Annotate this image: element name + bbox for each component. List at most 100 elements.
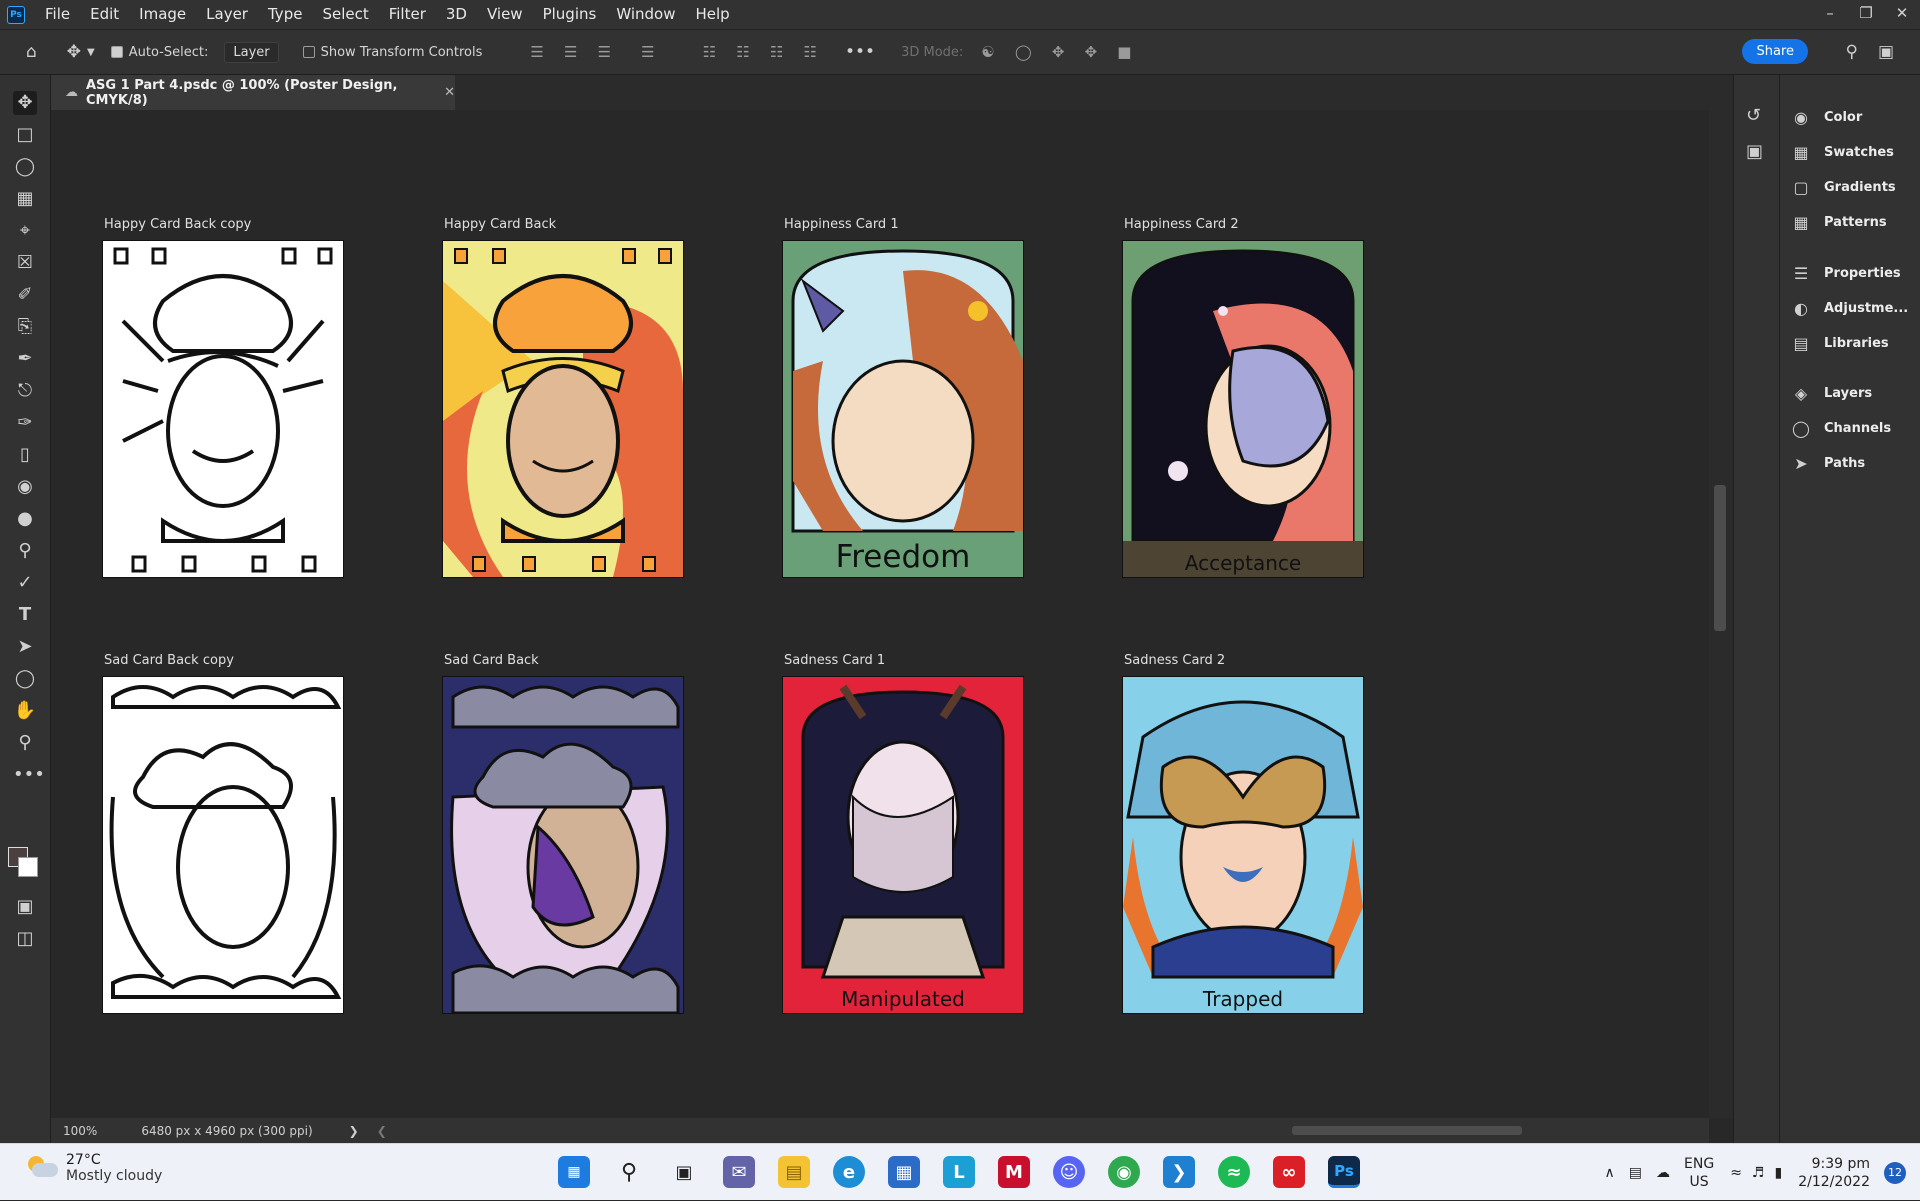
pen-tool-icon[interactable]: ✓ <box>13 571 37 595</box>
chevron-down-icon[interactable]: ▼ <box>87 47 95 58</box>
ellipse-tool-icon[interactable]: ◯ <box>13 667 37 691</box>
artboard-sad-card-back[interactable] <box>442 676 684 1014</box>
panel-paths[interactable]: ➤ Paths <box>1790 449 1918 477</box>
photoshop-taskbar-icon[interactable]: Ps <box>1328 1156 1360 1188</box>
clock[interactable]: 9:39 pm 2/12/2022 <box>1798 1155 1870 1191</box>
blur-tool-icon[interactable]: ● <box>13 507 37 531</box>
artboard-label[interactable]: Happy Card Back <box>444 217 556 232</box>
more-options-icon[interactable]: ••• <box>845 42 875 62</box>
volume-icon[interactable]: ♬ <box>1752 1165 1765 1181</box>
align-bottom-icon[interactable]: ☷ <box>770 43 783 61</box>
align-left-icon[interactable]: ☰ <box>530 43 543 61</box>
align-middle-icon[interactable]: ☷ <box>736 43 749 61</box>
creative-cloud-icon[interactable]: ∞ <box>1273 1156 1305 1188</box>
artboard-happiness-card-2[interactable]: Acceptance <box>1122 240 1364 578</box>
artboard-label[interactable]: Happiness Card 1 <box>784 217 899 232</box>
align-right-icon[interactable]: ☰ <box>598 43 611 61</box>
auto-select-dropdown[interactable]: Layer <box>224 41 279 63</box>
zoom-tool-icon[interactable]: ⚲ <box>13 731 37 755</box>
artboard-happy-card-back[interactable] <box>442 240 684 578</box>
restore-icon[interactable]: ❐ <box>1848 0 1884 29</box>
align-center-icon[interactable]: ☰ <box>564 43 577 61</box>
panel-layers[interactable]: ◈ Layers <box>1790 379 1918 407</box>
home-icon[interactable]: ⌂ <box>26 42 37 62</box>
history-icon[interactable]: ↺ <box>1746 105 1761 126</box>
battery-icon[interactable]: ▮ <box>1774 1165 1782 1181</box>
task-view-icon[interactable]: ▣ <box>668 1156 700 1188</box>
quick-mask-icon[interactable]: ▣ <box>13 895 37 919</box>
frame-tool-icon[interactable]: ☒ <box>13 251 37 275</box>
minimize-icon[interactable]: – <box>1812 0 1848 29</box>
eraser-tool-icon[interactable]: ▯ <box>13 443 37 467</box>
panel-properties[interactable]: ☰ Properties <box>1790 259 1918 287</box>
weather-widget[interactable]: 27°C Mostly cloudy <box>24 1152 162 1184</box>
canvas-area[interactable]: Happy Card Back copy Happy Card Back Hap… <box>51 110 1709 1118</box>
brush-tool-icon[interactable]: ✒ <box>13 347 37 371</box>
status-arrow-icon[interactable]: ❯ <box>349 1124 359 1138</box>
move-tool-icon[interactable]: ✥ <box>67 42 81 62</box>
menu-view[interactable]: View <box>477 0 533 29</box>
panel-color[interactable]: ◉ Color <box>1790 103 1918 131</box>
notification-badge[interactable]: 12 <box>1884 1161 1906 1184</box>
artboard-happy-card-back-copy[interactable] <box>102 240 344 578</box>
background-color-swatch[interactable] <box>18 857 38 877</box>
camera-icon[interactable]: ■ <box>1117 43 1131 61</box>
document-tab[interactable]: ☁ ASG 1 Part 4.psdc @ 100% (Poster Desig… <box>51 75 455 110</box>
chrome-icon[interactable]: ◉ <box>1108 1156 1140 1188</box>
zoom-level[interactable]: 100% <box>63 1124 97 1138</box>
menu-type[interactable]: Type <box>258 0 312 29</box>
distribute-vertical-icon[interactable]: ☷ <box>804 43 817 61</box>
artboard-label[interactable]: Happiness Card 2 <box>1124 217 1239 232</box>
dodge-tool-icon[interactable]: ⚲ <box>13 539 37 563</box>
close-icon[interactable]: ✕ <box>1884 0 1920 29</box>
object-select-tool-icon[interactable]: ▦ <box>13 187 37 211</box>
scroll-left-icon[interactable]: ❮ <box>377 1124 387 1138</box>
file-explorer-icon[interactable]: ▤ <box>778 1156 810 1188</box>
panel-libraries[interactable]: ▤ Libraries <box>1790 329 1918 357</box>
menu-edit[interactable]: Edit <box>80 0 129 29</box>
healing-brush-icon[interactable]: ⎘ <box>13 315 37 339</box>
search-icon[interactable]: ⚲ <box>613 1156 645 1188</box>
spotify-icon[interactable]: ≈ <box>1218 1156 1250 1188</box>
artboard-sadness-card-1[interactable]: Manipulated <box>782 676 1024 1014</box>
onedrive-icon[interactable]: ☁ <box>1656 1165 1670 1181</box>
artboard-label[interactable]: Sadness Card 1 <box>784 653 885 668</box>
menu-layer[interactable]: Layer <box>196 0 258 29</box>
artboard-label[interactable]: Sad Card Back <box>444 653 539 668</box>
more-tools-icon[interactable]: ••• <box>13 763 45 787</box>
panel-patterns[interactable]: ▦ Patterns <box>1790 208 1918 236</box>
horizontal-scroll-thumb[interactable] <box>1292 1126 1522 1135</box>
auto-select-checkbox[interactable] <box>110 46 123 58</box>
close-tab-icon[interactable]: ✕ <box>444 85 455 100</box>
panel-adjustments[interactable]: ◐ Adjustme... <box>1790 294 1918 322</box>
panel-swatches[interactable]: ▦ Swatches <box>1790 138 1918 166</box>
artboard-sadness-card-2[interactable]: Trapped <box>1122 676 1364 1014</box>
language-indicator[interactable]: ENG US <box>1684 1155 1714 1191</box>
discord-icon[interactable]: ☺ <box>1053 1156 1085 1188</box>
edge-browser-icon[interactable]: e <box>833 1156 865 1188</box>
wifi-icon[interactable]: ≈ <box>1730 1165 1742 1181</box>
microsoft-store-icon[interactable]: ▦ <box>888 1156 920 1188</box>
panel-channels[interactable]: ◯ Channels <box>1790 414 1918 442</box>
paint-bucket-icon[interactable]: ◉ <box>13 475 37 499</box>
align-top-icon[interactable]: ☷ <box>703 43 716 61</box>
marquee-tool-icon[interactable]: □ <box>13 123 37 147</box>
path-select-icon[interactable]: ➤ <box>13 635 37 659</box>
share-button[interactable]: Share <box>1742 39 1808 64</box>
artboard-sad-card-back-copy[interactable] <box>102 676 344 1014</box>
menu-help[interactable]: Help <box>685 0 739 29</box>
hand-tool-icon[interactable]: ✋ <box>13 699 37 723</box>
search-icon[interactable]: ⚲ <box>1846 42 1858 62</box>
menu-3d[interactable]: 3D <box>436 0 477 29</box>
lexicon-app-icon[interactable]: L <box>943 1156 975 1188</box>
vertical-scroll-thumb[interactable] <box>1714 485 1726 631</box>
distribute-icon[interactable]: ☰ <box>641 43 654 61</box>
panel-gradients[interactable]: ▢ Gradients <box>1790 173 1918 201</box>
vscode-icon[interactable]: ❯ <box>1163 1156 1195 1188</box>
move-tool-icon[interactable]: ✥ <box>13 91 37 115</box>
roll-icon[interactable]: ◯ <box>1015 43 1032 61</box>
eyedropper-tool-icon[interactable]: ✐ <box>13 283 37 307</box>
document-info[interactable]: 6480 px x 4960 px (300 ppi) <box>141 1124 312 1138</box>
screen-mode-icon[interactable]: ◫ <box>13 927 37 951</box>
menu-window[interactable]: Window <box>606 0 685 29</box>
